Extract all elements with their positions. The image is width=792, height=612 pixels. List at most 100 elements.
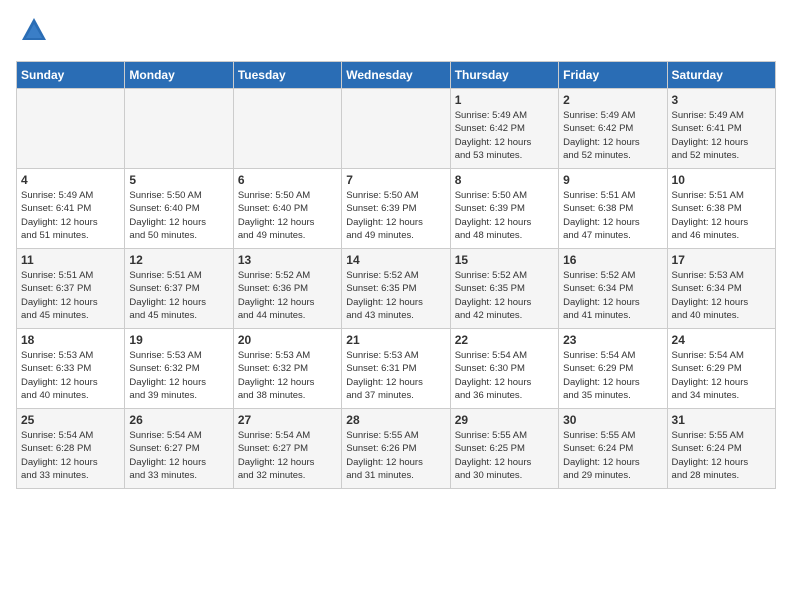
day-number: 11: [21, 253, 120, 267]
day-number: 28: [346, 413, 445, 427]
day-info: Sunrise: 5:50 AM Sunset: 6:39 PM Dayligh…: [346, 189, 445, 242]
day-info: Sunrise: 5:54 AM Sunset: 6:27 PM Dayligh…: [238, 429, 337, 482]
calendar-cell: 7 Sunrise: 5:50 AM Sunset: 6:39 PM Daylig…: [342, 169, 450, 249]
calendar-week-row: 18 Sunrise: 5:53 AM Sunset: 6:33 PM Dayli…: [17, 329, 776, 409]
column-header-tuesday: Tuesday: [233, 62, 341, 89]
day-number: 13: [238, 253, 337, 267]
day-number: 18: [21, 333, 120, 347]
calendar-week-row: 4 Sunrise: 5:49 AM Sunset: 6:41 PM Daylig…: [17, 169, 776, 249]
day-number: 17: [672, 253, 771, 267]
calendar-cell: 23 Sunrise: 5:54 AM Sunset: 6:29 PM Dayli…: [559, 329, 667, 409]
day-number: 15: [455, 253, 554, 267]
day-info: Sunrise: 5:51 AM Sunset: 6:37 PM Dayligh…: [129, 269, 228, 322]
day-info: Sunrise: 5:51 AM Sunset: 6:38 PM Dayligh…: [563, 189, 662, 242]
calendar-cell: 16Sunrise: 5:52 AM Sunset: 6:34 PM Dayli…: [559, 249, 667, 329]
calendar-cell: 30 Sunrise: 5:55 AM Sunset: 6:24 PM Dayli…: [559, 409, 667, 489]
day-info: Sunrise: 5:54 AM Sunset: 6:29 PM Dayligh…: [563, 349, 662, 402]
logo: [16, 16, 48, 49]
calendar-cell: [233, 89, 341, 169]
column-header-friday: Friday: [559, 62, 667, 89]
logo-icon: [20, 16, 48, 44]
calendar-cell: 4 Sunrise: 5:49 AM Sunset: 6:41 PM Daylig…: [17, 169, 125, 249]
column-header-wednesday: Wednesday: [342, 62, 450, 89]
day-number: 27: [238, 413, 337, 427]
calendar-cell: 18 Sunrise: 5:53 AM Sunset: 6:33 PM Dayli…: [17, 329, 125, 409]
day-info: Sunrise: 5:52 AM Sunset: 6:35 PM Dayligh…: [455, 269, 554, 322]
day-number: 3: [672, 93, 771, 107]
day-info: Sunrise: 5:50 AM Sunset: 6:40 PM Dayligh…: [129, 189, 228, 242]
column-header-thursday: Thursday: [450, 62, 558, 89]
day-info: Sunrise: 5:53 AM Sunset: 6:31 PM Dayligh…: [346, 349, 445, 402]
calendar-cell: 10Sunrise: 5:51 AM Sunset: 6:38 PM Dayli…: [667, 169, 775, 249]
calendar-cell: 2 Sunrise: 5:49 AM Sunset: 6:42 PM Daylig…: [559, 89, 667, 169]
day-number: 31: [672, 413, 771, 427]
calendar-cell: 27 Sunrise: 5:54 AM Sunset: 6:27 PM Dayli…: [233, 409, 341, 489]
day-number: 12: [129, 253, 228, 267]
day-number: 7: [346, 173, 445, 187]
calendar-week-row: 1 Sunrise: 5:49 AM Sunset: 6:42 PM Daylig…: [17, 89, 776, 169]
calendar-cell: 3 Sunrise: 5:49 AM Sunset: 6:41 PM Daylig…: [667, 89, 775, 169]
calendar-cell: 25Sunrise: 5:54 AM Sunset: 6:28 PM Dayli…: [17, 409, 125, 489]
day-info: Sunrise: 5:54 AM Sunset: 6:27 PM Dayligh…: [129, 429, 228, 482]
day-info: Sunrise: 5:53 AM Sunset: 6:32 PM Dayligh…: [238, 349, 337, 402]
calendar-week-row: 25Sunrise: 5:54 AM Sunset: 6:28 PM Dayli…: [17, 409, 776, 489]
calendar-cell: 22Sunrise: 5:54 AM Sunset: 6:30 PM Dayli…: [450, 329, 558, 409]
calendar-cell: 28 Sunrise: 5:55 AM Sunset: 6:26 PM Dayli…: [342, 409, 450, 489]
day-info: Sunrise: 5:49 AM Sunset: 6:41 PM Dayligh…: [672, 109, 771, 162]
day-info: Sunrise: 5:55 AM Sunset: 6:24 PM Dayligh…: [563, 429, 662, 482]
calendar-cell: 11 Sunrise: 5:51 AM Sunset: 6:37 PM Dayli…: [17, 249, 125, 329]
calendar-cell: 1 Sunrise: 5:49 AM Sunset: 6:42 PM Daylig…: [450, 89, 558, 169]
day-info: Sunrise: 5:53 AM Sunset: 6:33 PM Dayligh…: [21, 349, 120, 402]
calendar-cell: 31 Sunrise: 5:55 AM Sunset: 6:24 PM Dayli…: [667, 409, 775, 489]
calendar-cell: 19Sunrise: 5:53 AM Sunset: 6:32 PM Dayli…: [125, 329, 233, 409]
column-header-monday: Monday: [125, 62, 233, 89]
day-number: 8: [455, 173, 554, 187]
calendar-cell: 29Sunrise: 5:55 AM Sunset: 6:25 PM Dayli…: [450, 409, 558, 489]
calendar-cell: 21 Sunrise: 5:53 AM Sunset: 6:31 PM Dayli…: [342, 329, 450, 409]
calendar-cell: 20 Sunrise: 5:53 AM Sunset: 6:32 PM Dayli…: [233, 329, 341, 409]
calendar-cell: 9Sunrise: 5:51 AM Sunset: 6:38 PM Daylig…: [559, 169, 667, 249]
day-info: Sunrise: 5:51 AM Sunset: 6:37 PM Dayligh…: [21, 269, 120, 322]
day-info: Sunrise: 5:49 AM Sunset: 6:41 PM Dayligh…: [21, 189, 120, 242]
day-number: 21: [346, 333, 445, 347]
calendar-cell: 8Sunrise: 5:50 AM Sunset: 6:39 PM Daylig…: [450, 169, 558, 249]
day-info: Sunrise: 5:49 AM Sunset: 6:42 PM Dayligh…: [563, 109, 662, 162]
calendar-table: SundayMondayTuesdayWednesdayThursdayFrid…: [16, 61, 776, 489]
calendar-cell: 5Sunrise: 5:50 AM Sunset: 6:40 PM Daylig…: [125, 169, 233, 249]
day-number: 26: [129, 413, 228, 427]
calendar-week-row: 11 Sunrise: 5:51 AM Sunset: 6:37 PM Dayli…: [17, 249, 776, 329]
calendar-cell: 26 Sunrise: 5:54 AM Sunset: 6:27 PM Dayli…: [125, 409, 233, 489]
calendar-cell: 6 Sunrise: 5:50 AM Sunset: 6:40 PM Daylig…: [233, 169, 341, 249]
calendar-cell: 15 Sunrise: 5:52 AM Sunset: 6:35 PM Dayli…: [450, 249, 558, 329]
day-number: 24: [672, 333, 771, 347]
day-info: Sunrise: 5:52 AM Sunset: 6:35 PM Dayligh…: [346, 269, 445, 322]
day-number: 10: [672, 173, 771, 187]
day-info: Sunrise: 5:50 AM Sunset: 6:40 PM Dayligh…: [238, 189, 337, 242]
day-info: Sunrise: 5:52 AM Sunset: 6:36 PM Dayligh…: [238, 269, 337, 322]
column-header-sunday: Sunday: [17, 62, 125, 89]
day-number: 1: [455, 93, 554, 107]
day-number: 6: [238, 173, 337, 187]
day-info: Sunrise: 5:53 AM Sunset: 6:34 PM Dayligh…: [672, 269, 771, 322]
day-number: 20: [238, 333, 337, 347]
day-info: Sunrise: 5:54 AM Sunset: 6:29 PM Dayligh…: [672, 349, 771, 402]
calendar-cell: 24 Sunrise: 5:54 AM Sunset: 6:29 PM Dayli…: [667, 329, 775, 409]
day-number: 30: [563, 413, 662, 427]
day-info: Sunrise: 5:49 AM Sunset: 6:42 PM Dayligh…: [455, 109, 554, 162]
column-header-saturday: Saturday: [667, 62, 775, 89]
calendar-cell: [125, 89, 233, 169]
calendar-cell: 14 Sunrise: 5:52 AM Sunset: 6:35 PM Dayli…: [342, 249, 450, 329]
day-info: Sunrise: 5:55 AM Sunset: 6:25 PM Dayligh…: [455, 429, 554, 482]
day-number: 14: [346, 253, 445, 267]
day-number: 22: [455, 333, 554, 347]
calendar-cell: [342, 89, 450, 169]
day-info: Sunrise: 5:53 AM Sunset: 6:32 PM Dayligh…: [129, 349, 228, 402]
calendar-cell: 13 Sunrise: 5:52 AM Sunset: 6:36 PM Dayli…: [233, 249, 341, 329]
calendar-header-row: SundayMondayTuesdayWednesdayThursdayFrid…: [17, 62, 776, 89]
day-info: Sunrise: 5:55 AM Sunset: 6:26 PM Dayligh…: [346, 429, 445, 482]
day-number: 4: [21, 173, 120, 187]
day-number: 2: [563, 93, 662, 107]
day-info: Sunrise: 5:55 AM Sunset: 6:24 PM Dayligh…: [672, 429, 771, 482]
day-number: 23: [563, 333, 662, 347]
day-info: Sunrise: 5:52 AM Sunset: 6:34 PM Dayligh…: [563, 269, 662, 322]
